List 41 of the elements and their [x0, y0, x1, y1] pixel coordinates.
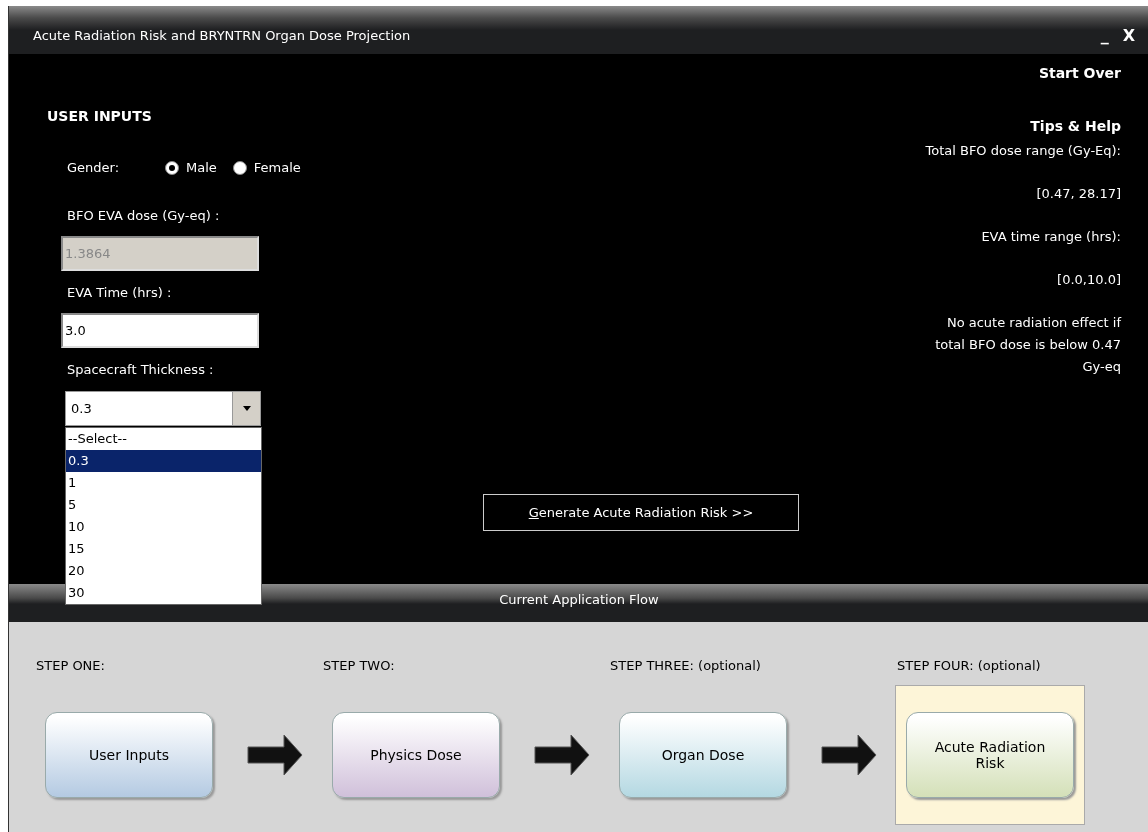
minimize-button[interactable]: _ [1100, 25, 1109, 45]
radio-option[interactable]: Female [232, 160, 301, 175]
step-label: STEP ONE: [36, 658, 106, 673]
start-over-link[interactable]: Start Over [1038, 65, 1121, 81]
dropdown-option[interactable]: 20 [66, 560, 261, 582]
field-label: Spacecraft Thickness : [67, 362, 214, 377]
dropdown-option[interactable]: 5 [66, 494, 261, 516]
arrow-icon [819, 733, 878, 777]
dropdown[interactable]: 0.3 [65, 391, 261, 426]
help-text: [0.47, 28.17] [1036, 185, 1121, 203]
step-button[interactable]: User Inputs [45, 712, 213, 798]
step-label: STEP FOUR: (optional) [897, 658, 1042, 673]
step-label: STEP TWO: [323, 658, 396, 673]
help-text: No acute radiation effect if total BFO dose is below 0.47 Gy-eq [934, 314, 1121, 376]
dropdown-option[interactable]: 0.3 [66, 450, 261, 472]
dropdown-option[interactable]: 30 [66, 582, 261, 604]
input-field[interactable]: 3.0 [61, 313, 259, 348]
step-button[interactable]: Physics Dose [332, 712, 500, 798]
generate-button[interactable]: Generate Acute Radiation Risk >> [483, 494, 799, 531]
radio-option[interactable]: Male [165, 160, 217, 175]
help-heading: Tips & Help [1030, 118, 1121, 134]
caret-icon [242, 406, 251, 411]
help-text: Total BFO dose range (Gy-Eq): [925, 142, 1121, 160]
step-button[interactable]: Acute Radiation Risk [906, 712, 1074, 798]
step-button[interactable]: Organ Dose [619, 712, 787, 798]
step-label: STEP THREE: (optional) [610, 658, 762, 673]
help-text: [0.0,10.0] [1057, 271, 1121, 289]
field-label: Gender: [67, 160, 121, 175]
dropdown-option[interactable]: --Select-- [66, 428, 261, 450]
close-button[interactable]: X [1122, 25, 1135, 45]
flow-title: Current Application Flow [499, 592, 659, 607]
arrow-icon [245, 733, 304, 777]
dropdown-option[interactable]: 1 [66, 472, 261, 494]
dropdown-option[interactable]: 10 [66, 516, 261, 538]
section-heading: USER INPUTS [47, 108, 152, 124]
field-label: BFO EVA dose (Gy-eq) : [67, 208, 220, 223]
window-title: Acute Radiation Risk and BRYNTRN Organ Dose Projection [33, 27, 412, 43]
field-label: EVA Time (hrs) : [67, 285, 172, 300]
dropdown-option[interactable]: 15 [66, 538, 261, 560]
arrow-icon [532, 733, 591, 777]
help-text: EVA time range (hrs): [981, 228, 1121, 246]
